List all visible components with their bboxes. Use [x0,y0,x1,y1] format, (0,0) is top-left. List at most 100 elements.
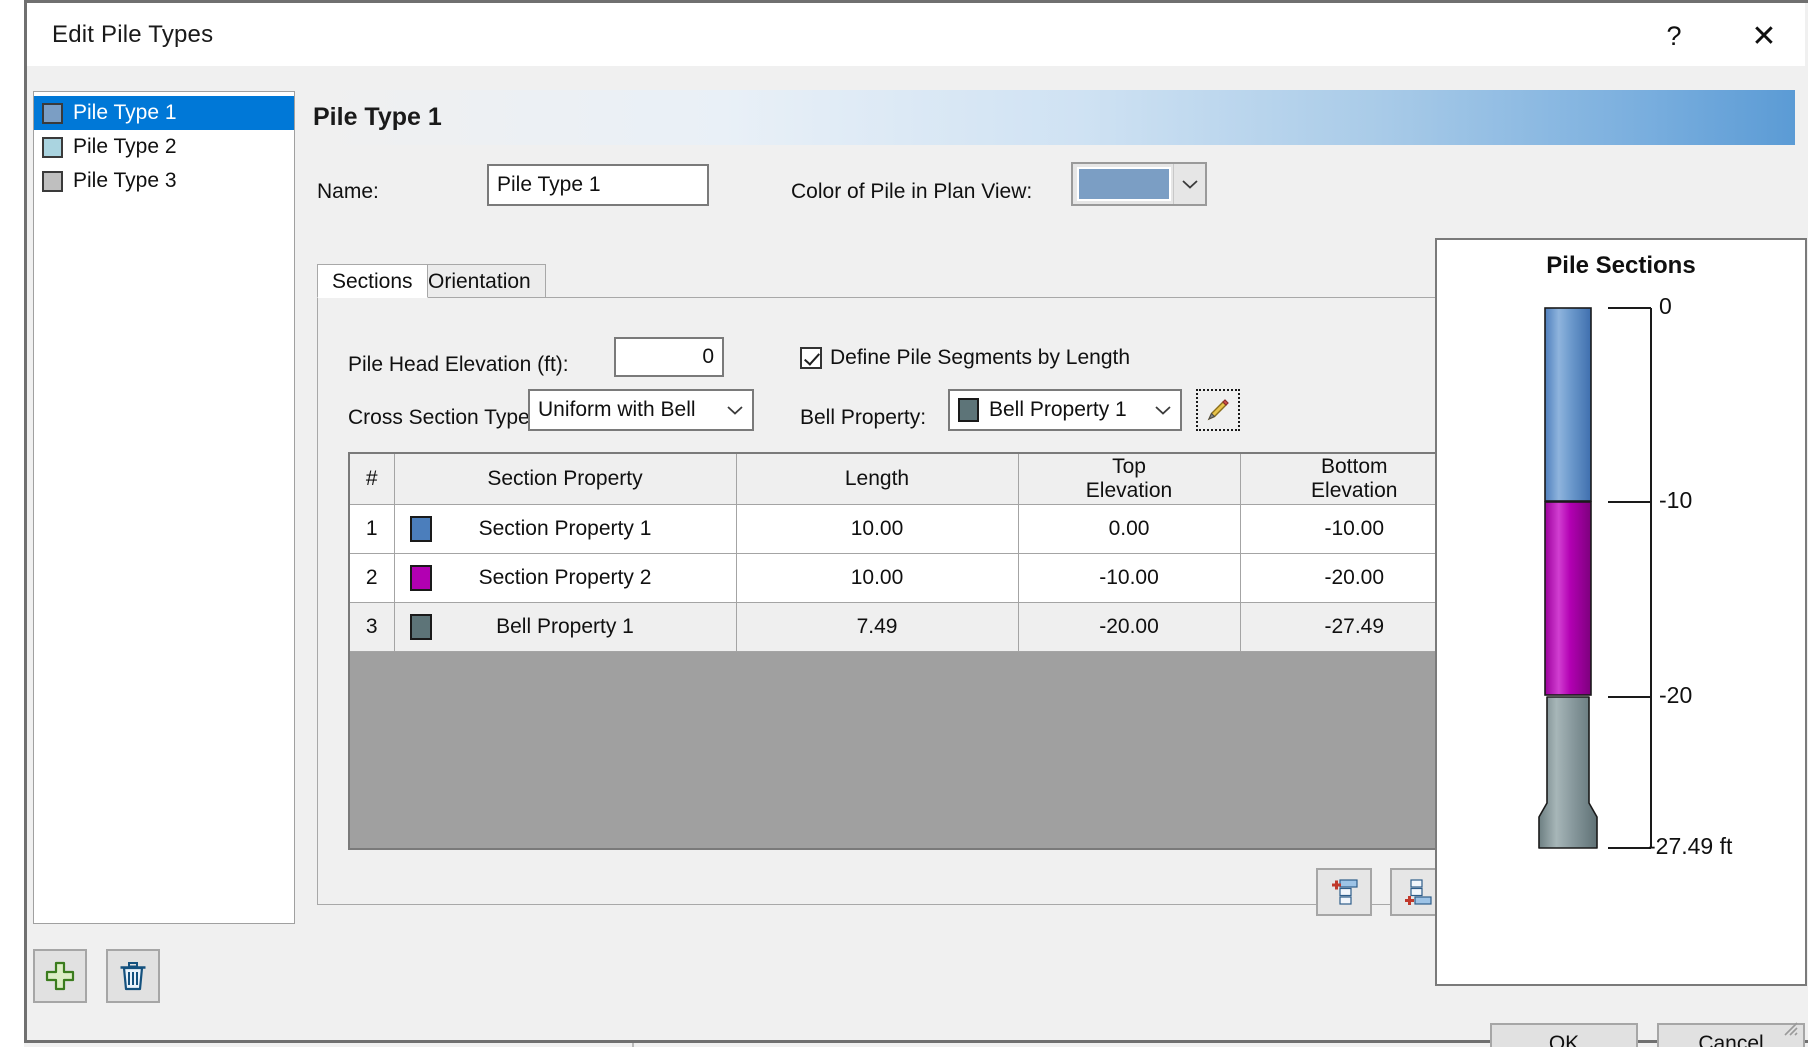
tab-bar: Sections Orientation [317,264,1517,298]
table-empty-area [350,652,1468,805]
pile-head-elevation-label: Pile Head Elevation (ft): [348,353,569,376]
cell-top-elevation: -10.00 [1018,553,1241,604]
column-header-top-line2: Elevation [1085,479,1173,503]
column-header-section-property: Section Property [394,454,737,506]
table-header-row: # Section Property Length Top Elevation … [350,454,1468,506]
plus-icon [45,961,75,991]
cell-index: 1 [350,504,395,555]
insert-row-below-icon [1405,879,1432,905]
ok-button[interactable]: OK [1490,1023,1638,1047]
list-item-pile-type-2[interactable]: Pile Type 2 [34,130,294,164]
plan-view-color-label: Color of Pile in Plan View: [791,180,1033,203]
color-swatch-icon [42,136,63,158]
color-preview-swatch [1077,167,1171,201]
column-header-bottom-line2: Elevation [1311,479,1398,503]
section-color-swatch-icon [409,565,432,592]
list-item-label: Pile Type 3 [73,169,177,192]
column-header-bottom-elevation: Bottom Elevation [1240,454,1468,506]
cell-bottom-elevation: -10.00 [1240,504,1468,555]
cell-section-property[interactable]: Section Property 1 [394,504,737,555]
tick-label-20: -20 [1659,682,1693,708]
cross-section-type-label: Cross Section Type: [348,406,536,429]
cell-top-elevation: -20.00 [1018,602,1241,653]
cell-index: 2 [350,553,395,604]
tick-label-0: 0 [1659,293,1672,319]
list-item-label: Pile Type 2 [73,135,177,158]
cell-section-property-label: Bell Property 1 [496,615,634,639]
cell-section-property-label: Section Property 1 [478,517,652,541]
cell-length[interactable]: 10.00 [736,553,1019,604]
table-row[interactable]: 2 Section Property 2 10.00 -10.00 -20.00 [350,553,1468,604]
pile-type-list[interactable]: Pile Type 1 Pile Type 2 Pile Type 3 [33,91,295,924]
color-swatch-icon [42,102,63,124]
insert-row-above-button[interactable] [1316,868,1372,916]
cell-length[interactable]: 7.49 [736,602,1019,653]
pile-segment-3-bell [1538,696,1598,849]
column-header-index: # [350,454,395,506]
add-pile-type-button[interactable] [33,949,87,1003]
bell-property-label: Bell Property: [800,406,927,429]
cell-length[interactable]: 10.00 [736,504,1019,555]
chevron-down-icon [718,404,752,416]
cell-bottom-elevation: -20.00 [1240,553,1468,604]
pile-sections-preview: Pile Sections 0 -10 -20 -27.49 ft [1435,238,1807,986]
cell-index: 3 [350,602,395,653]
close-icon[interactable]: ✕ [1733,6,1795,66]
pile-segment-2 [1544,501,1592,696]
sections-table[interactable]: # Section Property Length Top Elevation … [348,452,1470,850]
insert-row-above-icon [1332,879,1358,905]
section-color-swatch-icon [409,516,432,543]
cell-bottom-elevation: -27.49 [1240,602,1468,653]
section-color-swatch-icon [409,614,432,641]
edit-bell-property-button[interactable] [1196,389,1240,431]
plan-view-color-dropdown[interactable] [1071,162,1207,206]
bell-property-dropdown[interactable]: Bell Property 1 [948,389,1182,431]
resize-grip-icon[interactable] [1781,1019,1799,1037]
chevron-down-icon [1146,404,1180,416]
pencil-icon [1207,399,1229,421]
column-header-length: Length [736,454,1019,506]
pile-segment-1 [1544,307,1592,502]
define-segments-by-length-label: Define Pile Segments by Length [830,346,1131,369]
list-item-pile-type-1[interactable]: Pile Type 1 [34,96,294,130]
trash-icon [120,962,146,991]
column-header-top-line1: Top [1112,455,1146,478]
delete-pile-type-button[interactable] [106,949,160,1003]
define-segments-by-length-checkbox[interactable]: Define Pile Segments by Length [800,346,1130,370]
preview-title: Pile Sections [1546,252,1696,279]
bell-color-swatch-icon [958,398,979,422]
tab-orientation[interactable]: Orientation [413,264,546,298]
list-item-pile-type-3[interactable]: Pile Type 3 [34,164,294,198]
table-row[interactable]: 3 Bell Property 1 7.49 -20.00 -27.49 [350,602,1468,653]
cell-section-property[interactable]: Section Property 2 [394,553,737,604]
background-left-strip [0,0,24,1047]
cell-section-property-label: Section Property 2 [478,566,652,590]
tick-label-bottom: -27.49 ft [1648,833,1733,859]
name-label: Name: [317,180,379,203]
chevron-down-icon [1173,164,1205,204]
pile-head-elevation-input[interactable] [614,337,724,377]
table-row[interactable]: 1 Section Property 1 10.00 0.00 -10.00 [350,504,1468,555]
pile-sections-diagram [1538,307,1652,849]
cross-section-type-dropdown[interactable]: Uniform with Bell [528,389,754,431]
help-icon[interactable]: ? [1643,6,1705,66]
dialog-edit-pile-types: Edit Pile Types ? ✕ Pile Type 1 Pile Typ… [0,0,1808,1047]
panel-header-gradient: Pile Type 1 [309,90,1795,145]
dialog-body: Pile Type 1 Pile Type 2 Pile Type 3 Pile… [27,66,1807,1047]
page-title: Pile Type 1 [313,103,442,131]
column-header-bottom-line1: Bottom [1320,455,1388,478]
tab-sections[interactable]: Sections [317,264,428,298]
cell-section-property: Bell Property 1 [394,602,737,653]
name-input[interactable] [487,164,709,206]
sections-tab-panel: Pile Head Elevation (ft): Define Pile Se… [317,297,1520,916]
checkbox-checked-icon [800,347,822,369]
title-bar: Edit Pile Types ? ✕ [27,3,1805,66]
window-title: Edit Pile Types [52,21,214,48]
bell-property-value: Bell Property 1 [989,398,1127,421]
tick-label-10: -10 [1659,487,1693,513]
list-item-label: Pile Type 1 [73,101,177,124]
column-header-top-elevation: Top Elevation [1018,454,1241,506]
cell-top-elevation: 0.00 [1018,504,1241,555]
color-swatch-icon [42,170,63,192]
cross-section-type-value: Uniform with Bell [538,398,696,421]
